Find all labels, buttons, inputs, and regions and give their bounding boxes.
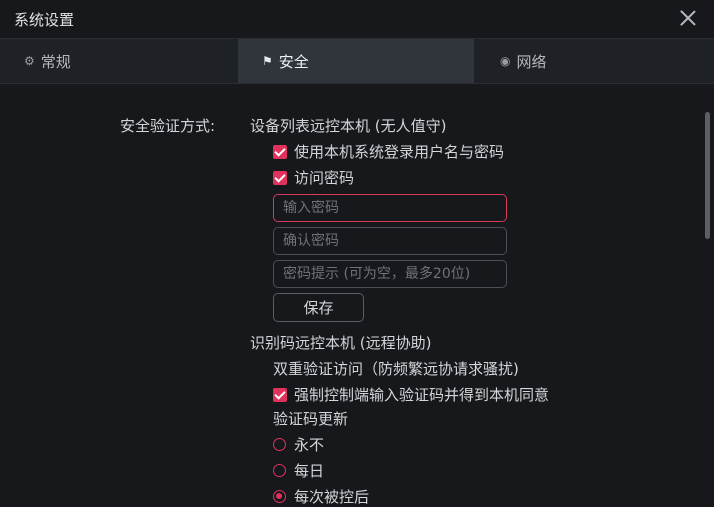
checkbox-checked-icon[interactable] — [273, 170, 287, 185]
tab-label: 安全 — [278, 52, 309, 71]
gear-icon: ⚙ — [24, 54, 35, 68]
checkbox-label: 强制控制端输入验证码并得到本机同意 — [294, 386, 550, 404]
tab-security[interactable]: ⚑ 安全 — [238, 39, 474, 83]
radio-option-after-each[interactable]: 每次被控后 — [273, 486, 369, 507]
confirm-password-input[interactable] — [273, 227, 507, 255]
force-code-checkbox[interactable]: 强制控制端输入验证码并得到本机同意 — [273, 384, 549, 405]
checkbox-checked-icon[interactable] — [273, 144, 287, 159]
tab-bar: ⚙ 常规 ⚑ 安全 ◉ 网络 — [0, 38, 714, 84]
scrollbar-thumb[interactable] — [705, 112, 710, 239]
password-input[interactable] — [273, 194, 507, 222]
tab-network[interactable]: ◉ 网络 — [474, 39, 714, 83]
password-hint-input[interactable] — [273, 260, 507, 288]
tab-label: 常规 — [40, 52, 71, 71]
window-title: 系统设置 — [14, 11, 75, 29]
security-method-label: 安全验证方式: — [120, 117, 216, 135]
checkbox-label: 使用本机系统登录用户名与密码 — [294, 143, 505, 161]
globe-icon: ◉ — [500, 54, 511, 68]
two-factor-label: 双重验证访问（防频繁远协请求骚扰) — [273, 360, 519, 378]
radio-selected-icon[interactable] — [273, 490, 286, 503]
radio-label: 每日 — [294, 462, 325, 480]
use-system-login-checkbox[interactable]: 使用本机系统登录用户名与密码 — [273, 141, 504, 162]
radio-option-daily[interactable]: 每日 — [273, 460, 324, 481]
device-list-title: 设备列表远控本机 (无人值守) — [250, 117, 447, 135]
title-bar: 系统设置 — [0, 0, 714, 38]
checkbox-label: 访问密码 — [294, 169, 355, 187]
radio-icon[interactable] — [273, 464, 286, 477]
checkbox-checked-icon[interactable] — [273, 387, 287, 402]
id-code-title: 识别码远控本机 (远程协助) — [250, 334, 432, 352]
code-update-title: 验证码更新 — [273, 410, 349, 428]
access-password-checkbox[interactable]: 访问密码 — [273, 167, 354, 188]
radio-label: 永不 — [294, 436, 325, 454]
tab-general[interactable]: ⚙ 常规 — [0, 39, 238, 83]
security-settings-panel: 安全验证方式: 设备列表远控本机 (无人值守) 使用本机系统登录用户名与密码 访… — [0, 83, 714, 506]
radio-label: 每次被控后 — [294, 488, 370, 506]
radio-icon[interactable] — [273, 438, 286, 451]
shield-icon: ⚑ — [262, 54, 273, 68]
save-button[interactable]: 保存 — [273, 293, 364, 322]
close-icon[interactable] — [678, 8, 698, 28]
tab-label: 网络 — [516, 52, 547, 71]
radio-option-never[interactable]: 永不 — [273, 434, 324, 455]
